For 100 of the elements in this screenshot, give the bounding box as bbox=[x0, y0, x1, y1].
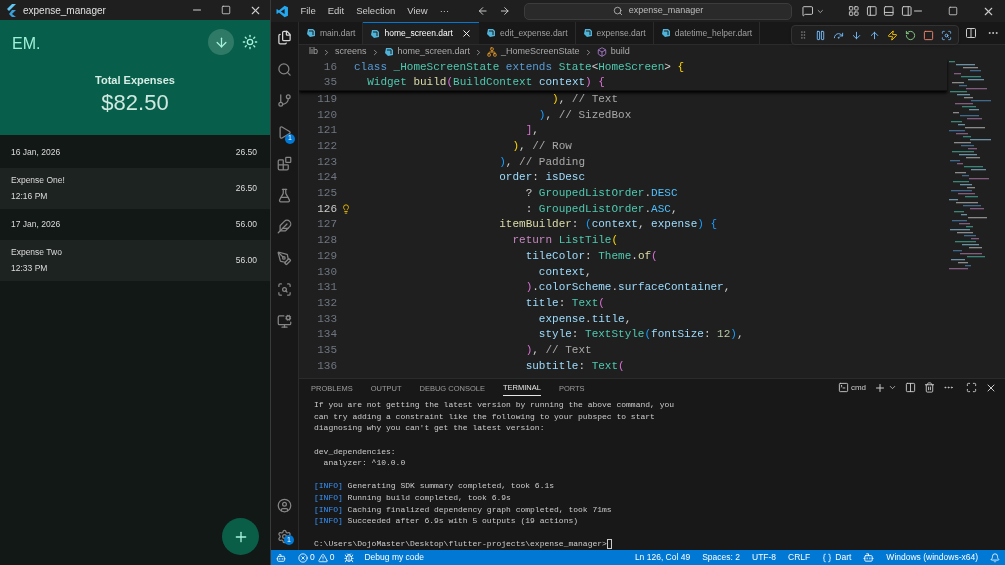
breadcrumb-item[interactable]: lib bbox=[309, 45, 318, 59]
forward-icon[interactable] bbox=[498, 5, 511, 17]
line-number: 135 bbox=[316, 342, 337, 358]
maximize-icon[interactable] bbox=[948, 6, 959, 16]
terminal-line: dev_dependencies: bbox=[314, 445, 397, 458]
maximize-panel-icon[interactable] bbox=[966, 382, 977, 394]
account-icon[interactable] bbox=[277, 498, 292, 513]
code-line: title: Text( bbox=[524, 295, 605, 311]
drag-handle-icon[interactable] bbox=[798, 30, 808, 40]
expense-time: 12:33 PM bbox=[11, 262, 49, 275]
menu-item[interactable]: View bbox=[407, 3, 428, 19]
search-icon[interactable] bbox=[277, 61, 292, 77]
code-line: expense.title, bbox=[537, 311, 632, 327]
editor-tab[interactable]: datetime_helper.dart bbox=[653, 22, 761, 44]
debug-config[interactable]: Debug my code bbox=[364, 551, 424, 564]
line-number: 119 bbox=[316, 91, 337, 107]
run-debug-icon[interactable] bbox=[277, 124, 292, 140]
code-line: context, bbox=[537, 264, 592, 280]
line-number: 123 bbox=[316, 154, 337, 170]
hot-reload-icon[interactable] bbox=[887, 29, 898, 41]
encoding[interactable]: UTF-8 bbox=[752, 551, 777, 564]
device-selector[interactable]: Windows (windows-x64) bbox=[886, 551, 978, 564]
braces-icon[interactable] bbox=[822, 552, 833, 563]
extensions-icon[interactable] bbox=[277, 156, 292, 171]
trash-icon[interactable] bbox=[924, 382, 935, 394]
separator-icon bbox=[322, 47, 331, 57]
back-icon[interactable] bbox=[477, 5, 489, 17]
error-icon[interactable] bbox=[298, 552, 308, 563]
lightbulb-icon[interactable] bbox=[340, 204, 351, 215]
command-search-field[interactable]: expense_manager bbox=[524, 2, 792, 20]
line-number: 131 bbox=[316, 280, 337, 296]
pen-icon[interactable] bbox=[277, 250, 292, 266]
add-button[interactable] bbox=[222, 518, 259, 555]
chat-icon[interactable] bbox=[802, 5, 814, 17]
code-line: style: TextStyle(fontSize: 12), bbox=[537, 327, 744, 343]
menu-item[interactable]: Edit bbox=[327, 3, 345, 19]
window-title: expense_manager bbox=[23, 3, 106, 18]
breadcrumb-item[interactable]: screens bbox=[335, 45, 367, 59]
line-number: 35 bbox=[322, 75, 337, 91]
flask-icon[interactable] bbox=[277, 187, 292, 203]
menu-item[interactable]: ··· bbox=[439, 3, 450, 19]
line-number: 120 bbox=[316, 107, 337, 123]
expense-amount: 56.00 bbox=[235, 254, 257, 267]
code-line: ), // Text bbox=[524, 342, 592, 358]
files-icon[interactable] bbox=[277, 30, 292, 45]
panel-left-icon[interactable] bbox=[865, 5, 878, 17]
terminal-icon[interactable] bbox=[837, 382, 849, 394]
expense-item[interactable]: Expense One! 12:16 PM 26.50 bbox=[0, 167, 270, 209]
download-button[interactable] bbox=[208, 29, 234, 55]
editor-tab[interactable]: edit_expense.dart bbox=[478, 22, 576, 44]
theme-toggle-icon[interactable] bbox=[242, 34, 258, 50]
expense-item[interactable]: Expense Two 12:33 PM 56.00 bbox=[0, 239, 270, 281]
date-text: 17 Jan, 2026 bbox=[11, 217, 61, 231]
editor-tab[interactable]: expense.dart bbox=[575, 22, 654, 44]
language-mode[interactable]: Dart bbox=[835, 551, 852, 564]
new-terminal-icon[interactable] bbox=[874, 381, 886, 394]
line-number: 125 bbox=[316, 186, 337, 202]
menu-item[interactable]: Selection bbox=[356, 3, 396, 19]
dart-file-icon bbox=[582, 28, 593, 38]
step-into-icon[interactable] bbox=[851, 29, 862, 41]
breadcrumb-item[interactable]: build bbox=[610, 45, 630, 59]
menu-item[interactable]: File bbox=[300, 3, 316, 19]
terminal-shell-label[interactable]: cmd bbox=[850, 381, 866, 394]
cursor-position[interactable]: Ln 126, Col 49 bbox=[634, 551, 691, 564]
split-editor-icon[interactable] bbox=[965, 27, 977, 39]
error-count[interactable]: 0 bbox=[310, 551, 315, 564]
panel-right-icon[interactable] bbox=[900, 5, 913, 17]
line-ending[interactable]: CRLF bbox=[788, 551, 811, 564]
method-icon bbox=[596, 47, 607, 57]
editor-tab[interactable]: home_screen.dart bbox=[363, 22, 479, 44]
breadcrumb-item[interactable]: _HomeScreenState bbox=[501, 45, 580, 59]
maximize-icon[interactable] bbox=[221, 5, 231, 15]
notifications-icon[interactable] bbox=[990, 552, 1000, 563]
code-line: ], bbox=[524, 123, 539, 139]
terminal-line: [INFO] Succeeded after 6.9s with 5 outputs (19 actions) bbox=[314, 515, 580, 527]
step-out-icon[interactable] bbox=[869, 29, 880, 41]
line-number: 133 bbox=[316, 311, 337, 327]
warning-icon[interactable] bbox=[317, 552, 328, 563]
dart-file-icon bbox=[370, 28, 381, 39]
stop-icon[interactable] bbox=[923, 29, 934, 41]
line-number: 124 bbox=[316, 170, 337, 186]
panel-bottom-icon[interactable] bbox=[883, 5, 895, 17]
inspect-icon[interactable] bbox=[941, 29, 952, 41]
group-total: 56.00 bbox=[235, 217, 257, 231]
close-tab-icon[interactable] bbox=[460, 28, 472, 39]
monitor-icon[interactable] bbox=[277, 313, 292, 329]
split-terminal-icon[interactable] bbox=[905, 382, 916, 394]
indent-setting[interactable]: Spaces: 2 bbox=[702, 551, 740, 564]
line-number: 134 bbox=[316, 327, 337, 343]
pause-icon[interactable] bbox=[815, 29, 826, 41]
debug-icon[interactable] bbox=[344, 552, 355, 563]
source-control-icon[interactable] bbox=[277, 93, 292, 108]
code-line: class _HomeScreenState extends State<HomeScreen> { bbox=[354, 59, 685, 75]
expense-title: Expense Two bbox=[11, 246, 62, 259]
feather-icon[interactable] bbox=[277, 219, 292, 234]
scan-icon[interactable] bbox=[277, 282, 292, 297]
layout-icon[interactable] bbox=[848, 5, 860, 17]
restart-icon[interactable] bbox=[905, 29, 916, 41]
breadcrumb-item[interactable]: home_screen.dart bbox=[397, 45, 471, 59]
warning-count[interactable]: 0 bbox=[329, 551, 335, 564]
